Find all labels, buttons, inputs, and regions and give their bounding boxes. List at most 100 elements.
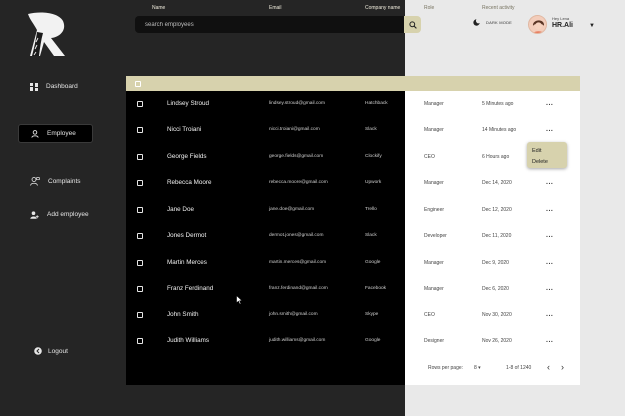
cell-activity: Dec 12, 2020 [482,207,512,213]
cell-company: Slack [365,233,377,238]
logout-label: Logout [48,347,68,355]
more-options-button[interactable]: ... [546,250,553,276]
logout-button[interactable]: Logout [34,347,68,355]
more-options-button[interactable]: ... [546,170,553,196]
more-options-button[interactable]: ... [546,197,553,223]
mouse-cursor-icon [236,295,243,305]
row-checkbox[interactable] [137,101,143,107]
more-options-button[interactable]: ... [546,91,553,117]
cell-name: Rebecca Moore [167,179,212,186]
menu-item-edit[interactable]: Edit [532,146,567,157]
chevron-right-icon[interactable]: › [561,362,564,372]
row-checkbox[interactable] [137,286,143,292]
more-options-button[interactable]: ... [546,328,553,354]
table-row[interactable]: Jane Doe jane.doe@gmail.com Trello Engin… [126,197,580,223]
cell-role: Manager [424,286,444,292]
cell-role: Manager [424,180,444,186]
avatar[interactable] [528,15,547,34]
select-all-checkbox[interactable] [135,81,141,87]
cell-activity: Nov 26, 2020 [482,338,512,344]
column-header-activity[interactable]: Recent activity [482,5,515,11]
table-row[interactable]: Martin Merces martin.merces@gmail.com Go… [126,250,580,276]
menu-item-delete[interactable]: Delete [532,157,567,168]
cell-activity: Dec 6, 2020 [482,286,509,292]
more-options-button[interactable]: ... [546,276,553,302]
column-header-name[interactable]: Name [152,5,165,11]
cell-role: Manager [424,101,444,107]
cell-company: Slack [365,127,377,132]
sidebar-item-label: Add employee [47,211,89,218]
more-options-button[interactable]: ... [546,117,553,143]
table-row[interactable]: George Fields george.fields@gmail.com Cl… [126,144,580,170]
table-row[interactable]: Franz Ferdinand franz.ferdinand@gmail.co… [126,276,580,302]
dark-mode-toggle[interactable]: DARK MODE [473,19,512,26]
pagination-range: 1-8 of 1240 [506,365,532,371]
row-checkbox[interactable] [137,312,143,318]
cell-activity: Dec 11, 2020 [482,233,512,239]
logo-icon [28,12,65,57]
cell-activity: Nov 30, 2020 [482,312,512,318]
row-context-menu: Edit Delete [527,142,567,168]
cell-name: Nicci Troiani [167,126,202,133]
cell-company: Clockify [365,154,382,159]
column-header-company[interactable]: Company name [365,5,400,11]
cell-role: Developer [424,233,447,239]
cell-role: Designer [424,338,445,344]
chevron-left-icon[interactable]: ‹ [547,362,550,372]
row-checkbox[interactable] [137,127,143,133]
avatar-image [529,16,546,33]
cell-email: nicci.troiani@gmail.com [269,127,320,132]
cell-company: Upwork [365,180,382,185]
cell-email: lindsey.stroud@gmail.com [269,101,325,106]
cell-company: Facebook [365,286,387,291]
table-row[interactable]: Lindsey Stroud lindsey.stroud@gmail.com … [126,91,580,117]
table-row[interactable]: Rebecca Moore rebecca.moore@gmail.com Up… [126,170,580,196]
table-row[interactable]: Jones Dermot dermot.jones@gmail.com Slac… [126,223,580,249]
cell-name: George Fields [167,153,207,160]
row-checkbox[interactable] [137,260,143,266]
cell-email: judith.williams@gmail.com [269,338,326,343]
dashboard-icon [30,82,38,91]
sidebar-item-label: Complaints [48,178,81,185]
more-options-button[interactable]: ... [546,223,553,249]
rows-per-page-select[interactable]: 8 ▾ [474,365,481,371]
cell-email: franz.ferdinand@gmail.com [269,286,328,291]
user-icon [31,129,39,138]
cell-role: CEO [424,154,435,160]
row-checkbox[interactable] [137,180,143,186]
sidebar-item-add-employee[interactable]: Add employee [18,205,93,224]
cell-name: Jones Dermot [167,232,207,239]
sidebar-item-complaints[interactable]: Complaints [18,172,93,191]
cell-company: Trello [365,207,377,212]
table-row[interactable]: John Smith john.smith@gmail.com Skype CE… [126,302,580,328]
search-icon [408,20,417,29]
table-row[interactable]: Judith Williams judith.williams@gmail.co… [126,328,580,354]
complaints-icon [30,177,40,186]
caret-down-icon[interactable]: ▼ [589,23,595,29]
row-checkbox[interactable] [137,154,143,160]
cell-activity: Dec 9, 2020 [482,260,509,266]
dark-mode-label: DARK MODE [486,20,513,25]
table-row[interactable]: Nicci Troiani nicci.troiani@gmail.com Sl… [126,117,580,143]
cell-email: john.smith@gmail.com [269,312,318,317]
row-checkbox[interactable] [137,338,143,344]
row-checkbox[interactable] [137,233,143,239]
more-options-button[interactable]: ... [546,302,553,328]
cell-email: rebecca.moore@gmail.com [269,180,328,185]
sidebar-item-dashboard[interactable]: Dashboard [18,77,93,96]
user-info: Hey Lena HR.Ali [552,16,573,29]
cell-name: Judith Williams [167,337,209,344]
moon-icon [473,19,480,26]
cell-role: Engineer [424,207,445,213]
cell-name: John Smith [167,311,199,318]
column-header-email[interactable]: Email [269,5,282,11]
cell-email: dermot.jones@gmail.com [269,233,324,238]
column-header-role[interactable]: Role [424,5,434,11]
search-button[interactable] [404,16,421,33]
row-checkbox[interactable] [137,207,143,213]
search-input[interactable] [135,16,405,33]
rows-per-page-value: 8 [474,365,477,371]
cell-activity: 14 Minutes ago [482,127,517,133]
cell-company: Skype [365,312,379,317]
sidebar-item-employee[interactable]: Employee [18,124,93,143]
